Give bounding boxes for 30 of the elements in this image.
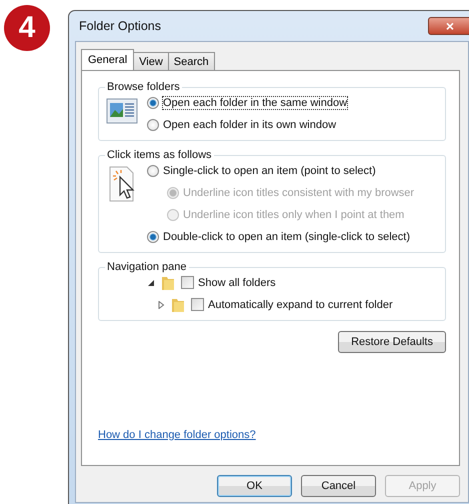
group-title: Navigation pane — [106, 261, 188, 273]
checkbox[interactable] — [181, 276, 194, 289]
pointer-icon — [108, 165, 136, 203]
tab[interactable]: General — [81, 49, 134, 70]
expanded-arrow-icon[interactable] — [147, 278, 155, 286]
radio-button[interactable] — [147, 96, 159, 108]
option-label[interactable]: Show all folders — [198, 276, 276, 288]
restore-defaults-button[interactable]: Restore Defaults — [338, 331, 446, 353]
group-title: Browse folders — [106, 81, 181, 93]
radio-button[interactable] — [147, 164, 159, 176]
tab[interactable]: View — [133, 52, 169, 70]
option-label[interactable]: Open each folder in its own window — [163, 118, 336, 130]
option-label[interactable]: Open each folder in the same window — [163, 96, 348, 108]
window-icon — [106, 97, 138, 125]
option-label[interactable]: Double-click to open an item (single-click to select) — [163, 230, 410, 242]
dialog-button[interactable]: OK — [217, 475, 292, 497]
option-label[interactable]: Automatically expand to current folder — [208, 298, 393, 310]
group-title: Click items as follows — [106, 149, 213, 161]
window-title: Folder Options — [79, 19, 161, 33]
radio-button[interactable] — [147, 118, 159, 130]
step-badge: 4 — [4, 5, 50, 51]
option-label[interactable]: Single-click to open an item (point to select) — [163, 164, 376, 176]
help-link[interactable]: How do I change folder options? — [98, 429, 256, 441]
tab[interactable]: Search — [168, 52, 215, 70]
folder-icon — [161, 274, 175, 290]
dialog-button[interactable]: Cancel — [301, 475, 376, 497]
checkbox[interactable] — [191, 298, 204, 311]
radio-button[interactable] — [147, 230, 159, 242]
folder-icon — [171, 296, 185, 312]
collapsed-arrow-icon[interactable] — [157, 300, 165, 308]
